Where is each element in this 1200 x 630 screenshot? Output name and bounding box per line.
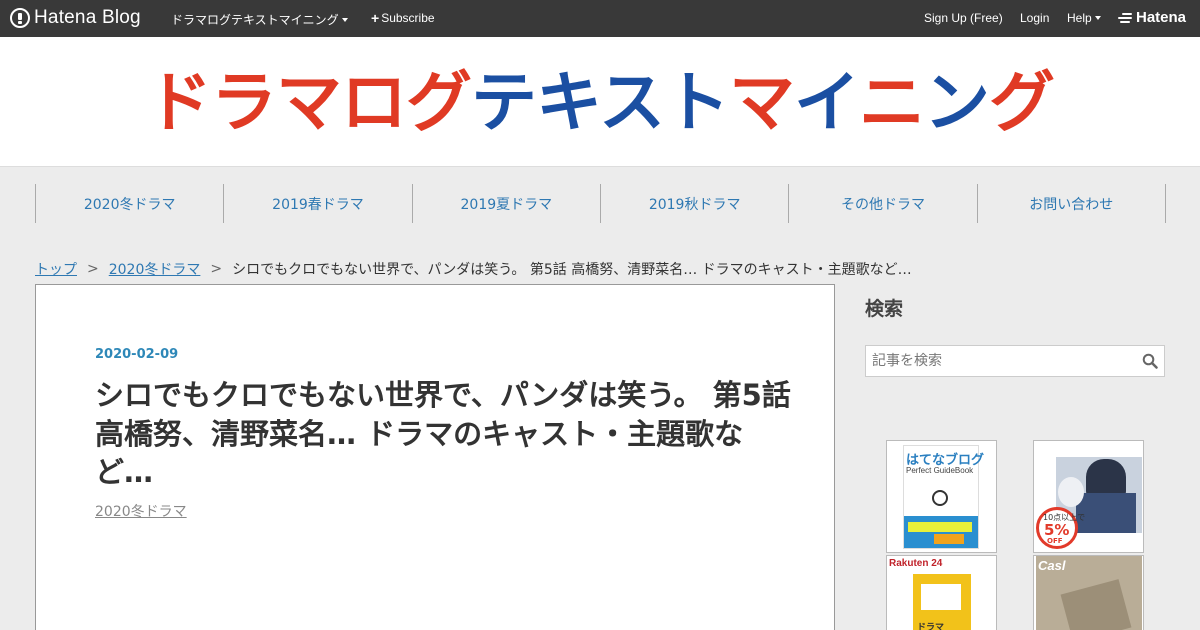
hatena-wave-icon <box>1118 11 1134 25</box>
hatena-global-header: Hatena Blog ドラマログテキストマイニング + Subscribe S… <box>0 0 1200 37</box>
search-input[interactable] <box>866 346 1136 376</box>
breadcrumb-separator: > <box>87 261 99 277</box>
nav-item-contact[interactable]: お問い合わせ <box>978 184 1166 223</box>
blog-title[interactable]: ドラマログテキストマイニング <box>0 63 1200 143</box>
breadcrumb-category[interactable]: 2020冬ドラマ <box>109 259 201 279</box>
discount-badge: 10点以上で 5% OFF <box>1036 507 1085 549</box>
entry-category[interactable]: 2020冬ドラマ <box>95 501 187 521</box>
signup-label: Sign Up (Free) <box>924 11 1003 25</box>
breadcrumb: トップ > 2020冬ドラマ > シロでもクロでもない世界で、パンダは笑う。 第… <box>35 259 912 279</box>
blog-menu-dropdown[interactable]: ドラマログテキストマイニング <box>171 11 348 28</box>
blog-title-part: ン <box>924 64 990 141</box>
book-subtitle: Perfect GuideBook <box>906 466 974 475</box>
rakuten-logo: Rakuten 24 <box>889 558 943 569</box>
article-entry: 2020-02-09 シロでもクロでもない世界で、パンダは笑う。 第5話 高橋努… <box>35 284 835 630</box>
nav-item-2019-autumn[interactable]: 2019秋ドラマ <box>601 184 790 223</box>
hatena-logo-icon <box>932 490 948 506</box>
login-label: Login <box>1020 11 1050 25</box>
breadcrumb-top[interactable]: トップ <box>35 259 77 279</box>
hatena-link[interactable]: Hatena <box>1118 9 1186 26</box>
blog-title-part: テキスト <box>470 64 730 141</box>
help-label: Help <box>1067 11 1092 25</box>
search-form <box>865 345 1165 377</box>
breadcrumb-separator: > <box>210 261 223 277</box>
product-label: ドラマ <box>917 623 945 630</box>
breadcrumb-current: シロでもクロでもない世界で、パンダは笑う。 第5話 高橋努、清野菜名… ドラマの… <box>232 262 912 278</box>
search-module-title: 検索 <box>865 298 904 320</box>
login-link[interactable]: Login <box>1020 11 1049 25</box>
product-image: ドラマ <box>913 574 971 630</box>
chevron-down-icon <box>1094 16 1101 20</box>
ad-book-hatena-guide[interactable]: はてなブログ Perfect GuideBook <box>886 440 997 553</box>
blog-menu-label: ドラマログテキストマイニング <box>171 13 339 27</box>
ad-casl[interactable]: Casl <box>1033 555 1144 630</box>
blog-title-part: マ <box>729 64 795 141</box>
category-nav: 2020冬ドラマ 2019春ドラマ 2019夏ドラマ 2019秋ドラマ その他ド… <box>35 184 1166 223</box>
entry-date[interactable]: 2020-02-09 <box>95 347 178 362</box>
hatena-label: Hatena <box>1136 9 1187 26</box>
ad-manga[interactable]: 10点以上で 5% OFF <box>1033 440 1144 553</box>
subscribe-label: Subscribe <box>381 11 435 25</box>
nav-item-other[interactable]: その他ドラマ <box>789 184 978 223</box>
blog-title-part: ニ <box>859 64 925 141</box>
book-cover-image: はてなブログ Perfect GuideBook <box>903 445 984 549</box>
nav-item-2019-summer[interactable]: 2019夏ドラマ <box>413 184 601 223</box>
blog-title-part: ドラマログ <box>145 64 472 141</box>
search-icon[interactable] <box>1142 353 1158 369</box>
hatena-logo-icon <box>10 8 30 28</box>
signup-link[interactable]: Sign Up (Free) <box>924 11 1003 25</box>
nav-item-2019-spring[interactable]: 2019春ドラマ <box>224 184 413 223</box>
nav-item-2020-winter[interactable]: 2020冬ドラマ <box>36 184 225 223</box>
entry-title[interactable]: シロでもクロでもない世界で、パンダは笑う。 第5話 高橋努、清野菜名… ドラマの… <box>95 376 795 492</box>
blog-title-part: グ <box>989 64 1055 141</box>
help-dropdown[interactable]: Help <box>1067 11 1101 25</box>
logo-text: Hatena Blog <box>34 7 141 28</box>
blog-title-part: イ <box>794 64 860 141</box>
hatena-blog-logo[interactable]: Hatena Blog <box>10 7 141 29</box>
badge-bottom: OFF <box>1047 537 1063 545</box>
casl-logo: Casl <box>1038 558 1066 573</box>
ad-rakuten24[interactable]: Rakuten 24 ドラマ <box>886 555 997 630</box>
subscribe-button[interactable]: + Subscribe <box>371 11 435 25</box>
plus-icon: + <box>371 10 380 26</box>
blog-header: ドラマログテキストマイニング <box>0 37 1200 167</box>
chevron-down-icon <box>341 17 348 22</box>
